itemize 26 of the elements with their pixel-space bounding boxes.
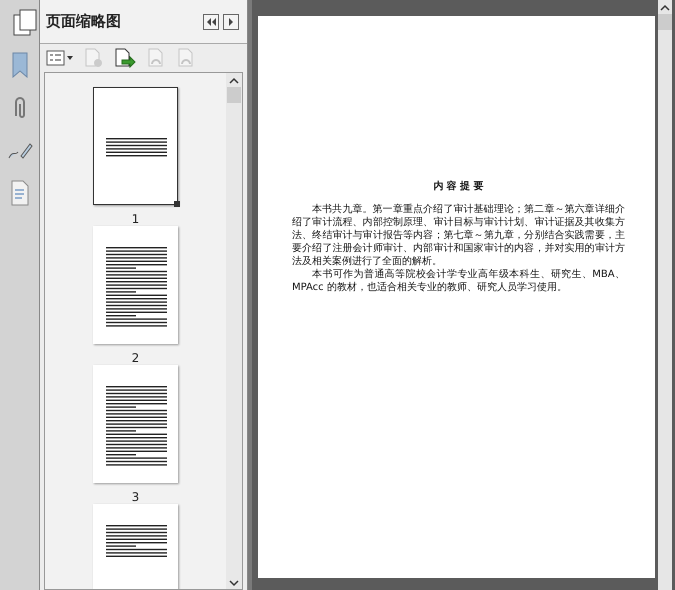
page-paragraph: 本书共九章。第一章重点介绍了审计基础理论；第二章～第六章详细介绍了审计流程、内部控制原理、审计目标与审计计划、审计证据及其收集方法、终结审计与审计报告等内容；第七章～第九章，分别结合实践需要，主要介绍了注册会计师审计、内部审计和国家审计的内容，并对实用的审计方法及相关案例进行了全面的解析。 (292, 203, 625, 268)
document-icon[interactable] (10, 180, 30, 206)
next-button[interactable] (223, 14, 239, 30)
collapse-button[interactable] (203, 14, 219, 30)
page-thumbnail[interactable] (93, 87, 178, 205)
page-number: 2 (132, 351, 140, 365)
page-number: 1 (132, 212, 140, 226)
scroll-up-icon[interactable] (660, 4, 670, 12)
scroll-thumb[interactable] (658, 14, 672, 30)
scrollbar[interactable] (226, 73, 242, 589)
options-button[interactable] (46, 50, 74, 66)
double-arrow-left-icon (206, 18, 216, 26)
scrollbar[interactable] (658, 0, 672, 590)
page-heading: 内 容 提 要 (432, 179, 485, 193)
page-paragraph: 本书可作为普通高等院校会计学专业高年级本科生、研究生、MBA、MPAcc 的教材，也适合相关专业的教师、研究人员学习使用。 (292, 268, 625, 294)
triangle-right-icon (228, 18, 234, 26)
scroll-up-icon[interactable] (229, 77, 239, 85)
bookmark-icon[interactable] (10, 52, 30, 78)
panel-title: 页面缩略图 (46, 12, 122, 31)
text-lines-drawing (106, 525, 167, 557)
scroll-down-icon[interactable] (229, 579, 239, 587)
scroll-thumb[interactable] (227, 87, 241, 103)
insert-page-button[interactable] (114, 48, 136, 68)
text-lines-drawing (106, 138, 167, 156)
resize-handle[interactable] (174, 201, 180, 207)
page-number: 3 (132, 490, 140, 504)
